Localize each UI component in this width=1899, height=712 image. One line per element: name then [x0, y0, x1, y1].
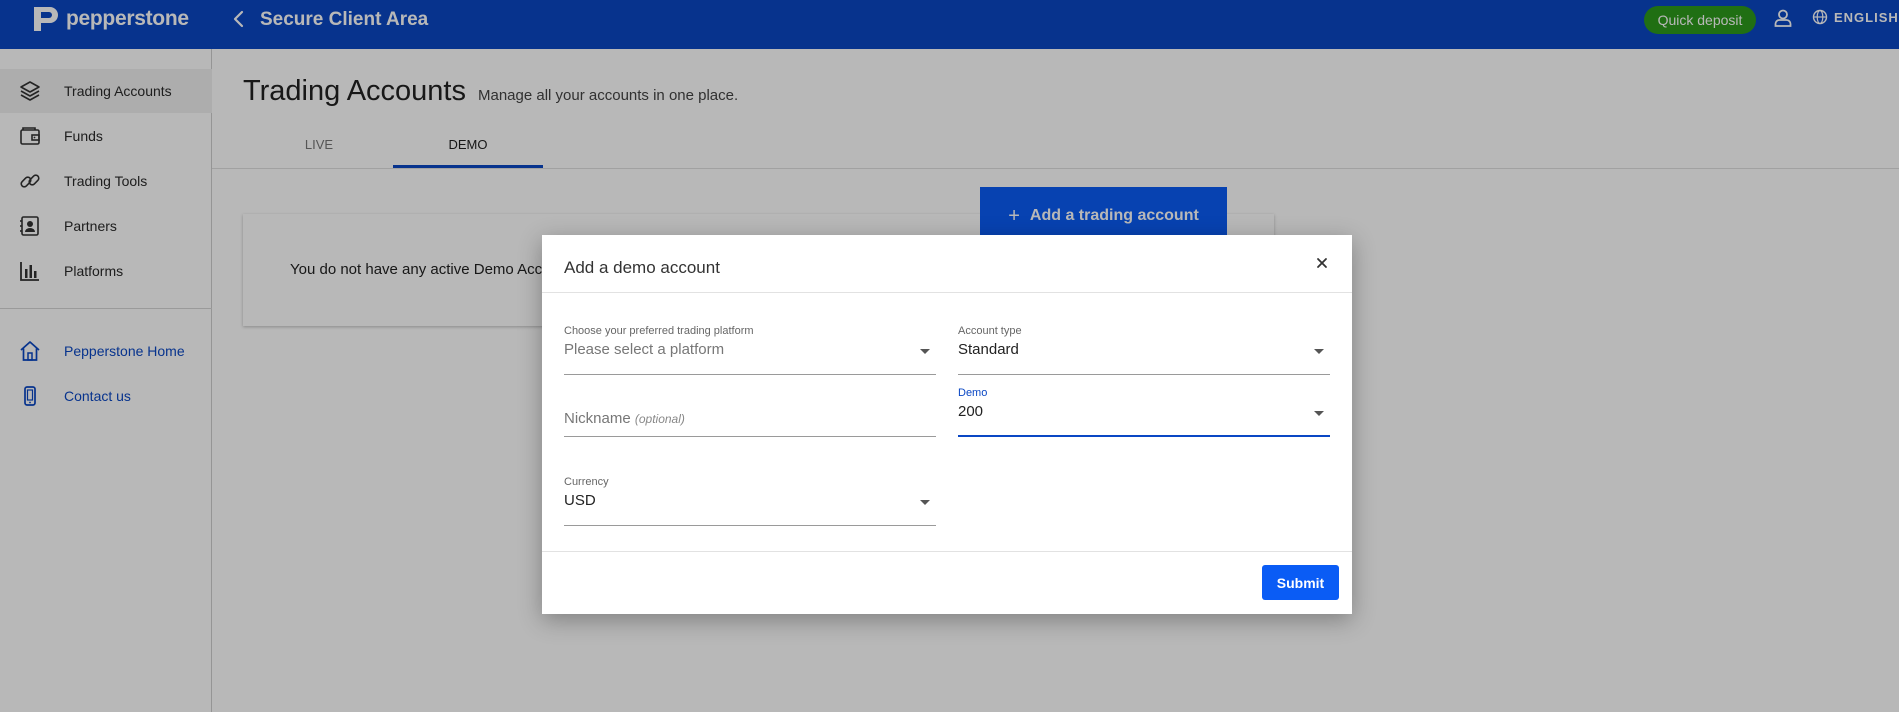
platform-select[interactable]: Choose your preferred trading platform P…: [564, 325, 936, 375]
nickname-placeholder-text: Nickname: [564, 410, 631, 427]
account-type-value: Standard: [958, 341, 1019, 358]
submit-button[interactable]: Submit: [1262, 565, 1339, 600]
account-type-select[interactable]: Account type Standard: [958, 325, 1330, 375]
dialog-divider: [542, 292, 1352, 293]
account-type-label: Account type: [958, 325, 1022, 337]
demo-label: Demo: [958, 387, 988, 399]
chevron-down-icon: [920, 349, 930, 354]
optional-hint: (optional): [634, 412, 685, 426]
chevron-down-icon: [1314, 411, 1324, 416]
chevron-down-icon: [920, 500, 930, 505]
demo-value: 200: [958, 403, 984, 420]
currency-label: Currency: [564, 476, 609, 488]
add-demo-account-dialog: Add a demo account Choose your preferred…: [542, 235, 1352, 614]
currency-value: USD: [564, 492, 596, 509]
dialog-footer-divider: [542, 551, 1352, 552]
demo-balance-select[interactable]: Demo 200: [958, 387, 1330, 437]
currency-select[interactable]: Currency USD: [564, 476, 936, 526]
dialog-title: Add a demo account: [564, 258, 720, 277]
nickname-input[interactable]: Nickname (optional): [564, 387, 936, 437]
close-icon[interactable]: [1312, 253, 1332, 273]
platform-placeholder: Please select a platform: [564, 341, 725, 358]
chevron-down-icon: [1314, 349, 1324, 354]
nickname-placeholder: Nickname (optional): [564, 410, 685, 427]
platform-label: Choose your preferred trading platform: [564, 325, 754, 337]
